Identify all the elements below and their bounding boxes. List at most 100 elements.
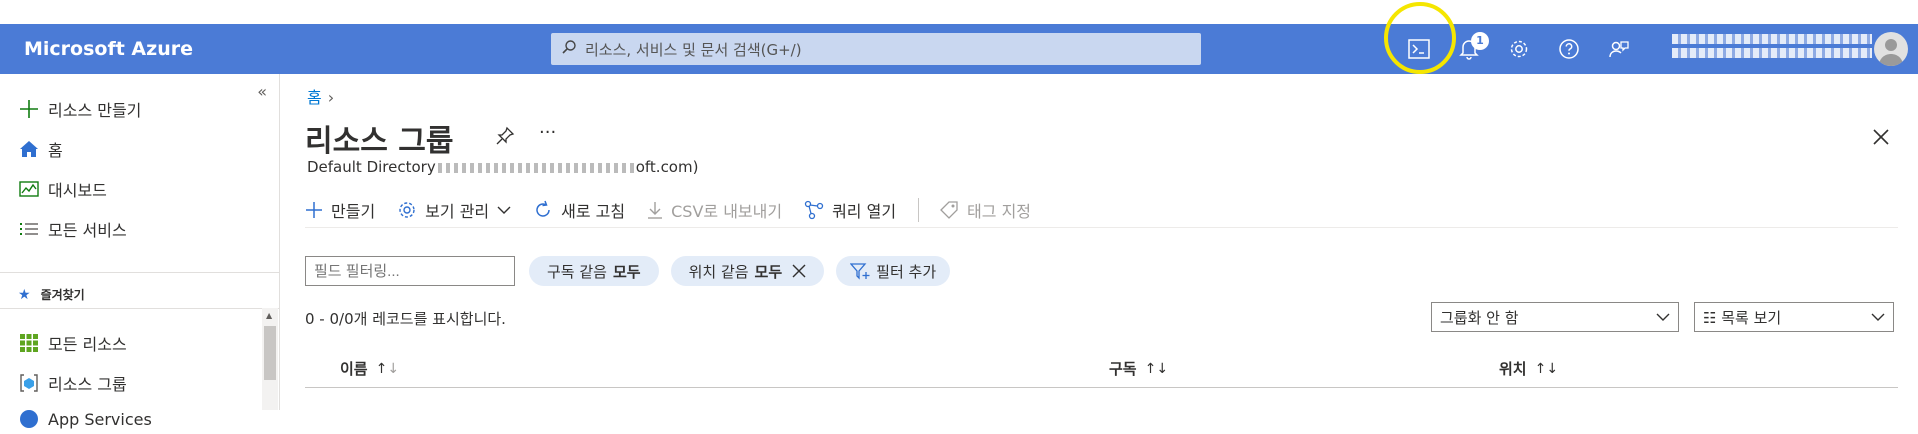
column-header-subscription[interactable]: 구독 ↑↓ (1109, 358, 1168, 379)
sidebar: « 리소스 만들기 홈 대시보드 모든 서비스 ★ 즐겨찾기 모든 리소스 리소… (0, 74, 280, 429)
export-csv-label: CSV로 내보내기 (671, 201, 783, 221)
scroll-up-icon[interactable]: ▲ (266, 311, 272, 320)
create-label: 만들기 (331, 201, 376, 221)
tag-icon (940, 200, 958, 219)
column-header-location[interactable]: 위치 ↑↓ (1499, 358, 1558, 379)
gear-icon (1510, 40, 1528, 58)
location-filter-pill[interactable]: 위치 같음 모두 (670, 256, 825, 286)
add-filter-label: 필터 추가 (876, 262, 937, 281)
open-query-button[interactable]: 쿼리 열기 (804, 192, 896, 228)
star-icon: ★ (18, 286, 31, 303)
assign-tags-button[interactable]: 태그 지정 (939, 192, 1031, 228)
command-bar: 만들기 보기 관리 새로 고침 CSV로 내보내기 쿼리 열기 태그 지정 (305, 192, 1898, 228)
favorites-header-label: 즐겨찾기 (40, 288, 85, 302)
sidebar-divider (0, 272, 279, 273)
chevron-down-icon (497, 206, 511, 214)
view-mode-display: ☷ 목록 보기 (1703, 307, 1781, 328)
chevron-down-icon (1656, 313, 1670, 321)
feedback-button[interactable] (1594, 24, 1644, 74)
more-options-icon[interactable]: ··· (539, 122, 556, 143)
column-header-name[interactable]: 이름 ↑↓ (340, 358, 399, 379)
view-mode-dropdown[interactable]: ☷ 목록 보기 (1694, 302, 1894, 332)
sidebar-item-dashboard[interactable]: 대시보드 (18, 174, 107, 204)
refresh-icon (536, 200, 550, 217)
create-button[interactable]: 만들기 (305, 192, 375, 228)
close-icon[interactable] (792, 264, 806, 278)
grouping-value: 그룹화 안 함 (1440, 308, 1519, 327)
sidebar-item-label: 모든 서비스 (48, 221, 127, 240)
sidebar-item-label: App Services (48, 409, 152, 429)
scrollbar-thumb[interactable] (264, 326, 276, 380)
sidebar-item-create-resource[interactable]: 리소스 만들기 (18, 94, 141, 124)
brand-title[interactable]: Microsoft Azure (24, 24, 193, 74)
subscription-filter-pill[interactable]: 구독 같음 모두 (529, 256, 659, 286)
query-icon (804, 200, 824, 219)
help-button[interactable] (1544, 24, 1594, 74)
notification-badge: 1 (1471, 32, 1489, 50)
sidebar-item-label: 리소스 만들기 (48, 101, 142, 120)
top-navigation-bar: Microsoft Azure 리소스, 서비스 및 문서 검색(G+/) 1 (0, 24, 1918, 74)
search-icon (561, 39, 577, 59)
account-directory-redacted (1672, 48, 1872, 58)
sidebar-item-label: 모든 리소스 (48, 335, 127, 354)
top-strip (0, 0, 1918, 24)
sidebar-item-home[interactable]: 홈 (18, 134, 63, 164)
subscription-filter-value: 모두 (612, 262, 641, 281)
add-filter-icon (850, 263, 870, 280)
avatar[interactable] (1874, 32, 1908, 66)
breadcrumb-home-link[interactable]: 홈 (307, 88, 322, 107)
plus-icon (306, 201, 322, 218)
sidebar-item-all-resources[interactable]: 모든 리소스 (18, 328, 127, 358)
filter-bar: 구독 같음 모두 위치 같음 모두 필터 추가 (305, 254, 962, 288)
sidebar-item-app-services[interactable]: App Services (18, 404, 152, 434)
sidebar-scrollbar[interactable]: ▲ (262, 308, 278, 410)
close-icon[interactable] (1872, 128, 1890, 150)
directory-redacted (437, 162, 634, 173)
app-services-icon (18, 408, 40, 430)
toolbar-divider (918, 197, 920, 222)
download-icon (648, 201, 663, 219)
page-title: 리소스 그룹 (305, 124, 454, 159)
help-icon (1559, 39, 1579, 59)
sidebar-item-label: 홈 (48, 141, 63, 160)
chevron-right-icon: › (327, 88, 335, 107)
sidebar-item-label: 리소스 그룹 (48, 375, 127, 394)
pin-icon[interactable] (495, 126, 515, 150)
directory-domain-suffix: oft.com) (635, 158, 699, 176)
account-name-redacted (1672, 34, 1872, 44)
column-header-label: 구독 (1109, 360, 1137, 378)
column-header-label: 이름 (340, 360, 368, 378)
directory-name: Default Directory (307, 158, 436, 176)
search-placeholder: 리소스, 서비스 및 문서 검색(G+/) (585, 40, 802, 59)
collapse-sidebar-icon[interactable]: « (257, 82, 267, 101)
gear-icon (399, 201, 415, 218)
plus-icon (18, 98, 40, 120)
grid-icon (18, 332, 40, 354)
sidebar-item-all-services[interactable]: 모든 서비스 (18, 214, 127, 244)
export-csv-button[interactable]: CSV로 내보내기 (647, 192, 782, 228)
account-info[interactable] (1672, 30, 1872, 70)
feedback-icon (1609, 41, 1629, 58)
global-search[interactable]: 리소스, 서비스 및 문서 검색(G+/) (551, 33, 1201, 65)
open-query-label: 쿼리 열기 (832, 201, 897, 221)
main-content: 홈 › 리소스 그룹 ··· Default Directory oft.com) … (305, 74, 1918, 410)
favorites-header: ★ 즐겨찾기 (18, 286, 85, 303)
settings-button[interactable] (1494, 24, 1544, 74)
filter-field-input[interactable] (305, 256, 515, 286)
sidebar-item-label: 대시보드 (48, 181, 107, 200)
grouping-dropdown[interactable]: 그룹화 안 함 (1431, 302, 1679, 332)
records-count: 0 - 0/0개 레코드를 표시합니다. (305, 310, 506, 328)
breadcrumb: 홈 › (307, 84, 334, 108)
dashboard-icon (18, 178, 40, 200)
assign-tags-label: 태그 지정 (967, 201, 1032, 221)
sidebar-item-resource-groups[interactable]: 리소스 그룹 (18, 368, 127, 398)
refresh-button[interactable]: 새로 고침 (533, 192, 625, 228)
sidebar-divider (0, 308, 279, 309)
manage-view-label: 보기 관리 (425, 201, 490, 221)
refresh-label: 새로 고침 (561, 201, 626, 221)
manage-view-button[interactable]: 보기 관리 (397, 192, 511, 228)
list-icon (18, 218, 40, 240)
list-view-icon: ☷ (1703, 308, 1722, 327)
add-filter-button[interactable]: 필터 추가 (836, 256, 951, 286)
resource-group-icon (18, 372, 40, 394)
